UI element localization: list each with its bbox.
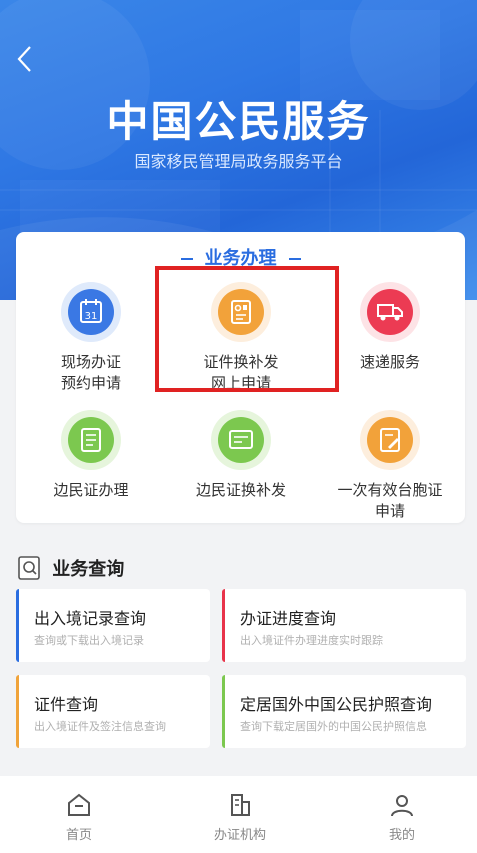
chevron-left-icon bbox=[17, 46, 31, 72]
query-subtitle: 出入境证件办理进度实时跟踪 bbox=[240, 634, 383, 647]
query-entry-exit-records[interactable]: 出入境记录查询 查询或下载出入境记录 bbox=[16, 589, 210, 662]
query-subtitle: 查询下载定居国外的中国公民护照信息 bbox=[240, 720, 427, 733]
tab-profile[interactable]: 我的 bbox=[342, 792, 462, 843]
query-progress[interactable]: 办证进度查询 出入境证件办理进度实时跟踪 bbox=[222, 589, 466, 662]
building-icon bbox=[231, 794, 250, 816]
tab-label: 首页 bbox=[65, 828, 92, 843]
query-overseas-passport[interactable]: 定居国外中国公民护照查询 查询下载定居国外的中国公民护照信息 bbox=[222, 675, 466, 748]
document-icon bbox=[81, 428, 101, 452]
service-label: 现场办证 bbox=[60, 353, 121, 371]
highlight-frame bbox=[155, 266, 339, 392]
card-swap-icon bbox=[229, 430, 253, 449]
back-button[interactable] bbox=[14, 44, 38, 74]
query-section-heading: 业务查询 bbox=[18, 555, 124, 581]
tab-home[interactable]: 首页 bbox=[19, 792, 139, 843]
svg-text:31: 31 bbox=[85, 311, 98, 322]
service-label: 申请 bbox=[374, 502, 405, 520]
page-subtitle: 国家移民管理局政务服务平台 bbox=[134, 152, 343, 171]
query-title: 出入境记录查询 bbox=[34, 609, 147, 628]
certificate-edit-icon bbox=[380, 428, 400, 452]
service-label: 边民证换补发 bbox=[195, 481, 286, 499]
query-title: 证件查询 bbox=[34, 695, 99, 714]
home-icon bbox=[68, 793, 90, 816]
query-document[interactable]: 证件查询 出入境证件及签注信息查询 bbox=[16, 675, 210, 748]
query-subtitle: 出入境证件及签注信息查询 bbox=[34, 720, 166, 733]
tab-label: 我的 bbox=[388, 828, 415, 843]
service-label: 一次有效台胞证 bbox=[337, 481, 443, 499]
service-taiwan-permit[interactable]: 一次有效台胞证 申请 bbox=[315, 410, 465, 522]
tab-offices[interactable]: 办证机构 bbox=[180, 792, 300, 843]
tab-label: 办证机构 bbox=[213, 828, 266, 843]
service-label: 边民证办理 bbox=[53, 481, 129, 499]
delivery-truck-icon bbox=[377, 304, 403, 321]
query-title: 办证进度查询 bbox=[240, 609, 337, 628]
calendar-icon: 31 bbox=[80, 299, 102, 323]
page-title: 中国公民服务 bbox=[106, 97, 371, 146]
query-book-icon bbox=[18, 556, 40, 580]
bottom-tab-bar: 首页 办证机构 我的 bbox=[0, 776, 477, 853]
service-border-pass[interactable]: 边民证办理 bbox=[16, 410, 166, 501]
service-label: 预约申请 bbox=[60, 374, 121, 392]
user-icon bbox=[391, 795, 413, 817]
query-subtitle: 查询或下载出入境记录 bbox=[34, 634, 144, 647]
query-title: 定居国外中国公民护照查询 bbox=[240, 695, 433, 714]
service-onsite-appointment[interactable]: 31 现场办证 预约申请 bbox=[16, 282, 166, 394]
service-border-pass-replacement[interactable]: 边民证换补发 bbox=[166, 410, 316, 501]
